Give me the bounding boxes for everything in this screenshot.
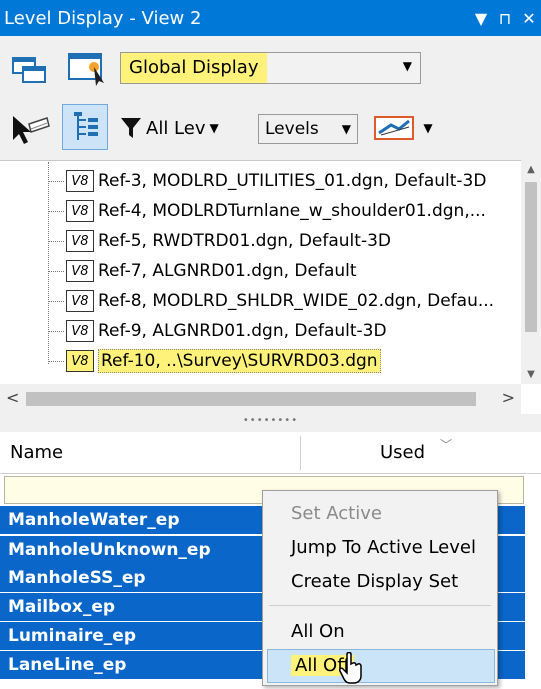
tree-vertical-scrollbar[interactable]: ▲ ▼: [521, 160, 541, 384]
tree-item-label: Ref-9, ALGNRD01.dgn, Default-3D: [98, 321, 387, 341]
v8-file-icon: V8: [66, 230, 94, 252]
close-icon[interactable]: ✕: [517, 9, 541, 28]
pane-splitter[interactable]: ••••••••: [0, 414, 541, 432]
menu-item-jump-to-active-level[interactable]: Jump To Active Level: [291, 537, 476, 558]
level-filter-button[interactable]: All Lev ▼: [120, 114, 219, 142]
tree-item-label: Ref-4, MODLRDTurnlane_w_shoulder01.dgn,.…: [98, 201, 486, 221]
tree-item-label: Ref-8, MODLRD_SHLDR_WIDE_02.dgn, Defau..…: [98, 291, 495, 311]
mouse-cursor-icon: [338, 651, 364, 689]
level-symbology-icon[interactable]: ▼: [368, 112, 438, 144]
tree-item-ref-3[interactable]: V8 Ref-3, MODLRD_UTILITIES_01.dgn, Defau…: [48, 166, 486, 196]
tree-item-label: Ref-10, ..\Survey\SURVRD03.dgn: [98, 349, 381, 373]
tree-item-ref-9[interactable]: V8 Ref-9, ALGNRD01.dgn, Default-3D: [48, 316, 387, 346]
scroll-left-icon[interactable]: <: [6, 388, 19, 407]
tree-item-label: Ref-3, MODLRD_UTILITIES_01.dgn, Default-…: [98, 171, 487, 191]
tree-item-label: Ref-7, ALGNRD01.dgn, Default: [98, 261, 357, 281]
funnel-icon: [121, 118, 141, 138]
tree-item-ref-10[interactable]: V8 Ref-10, ..\Survey\SURVRD03.dgn: [48, 346, 381, 376]
menu-item-set-active[interactable]: Set Active: [291, 503, 382, 524]
tree-item-ref-7[interactable]: V8 Ref-7, ALGNRD01.dgn, Default: [48, 256, 357, 286]
display-mode-combo[interactable]: Global Display ▼: [120, 52, 421, 84]
toolbar-filters: All Lev ▼ Levels ▼ ▼: [0, 98, 541, 160]
tree-item-ref-4[interactable]: V8 Ref-4, MODLRDTurnlane_w_shoulder01.dg…: [48, 196, 486, 226]
v8-file-icon: V8: [66, 290, 94, 312]
tree-item-label: Ref-5, RWDTRD01.dgn, Default-3D: [98, 231, 391, 251]
scroll-down-icon[interactable]: ▼: [521, 369, 541, 380]
tree-view-icon[interactable]: [62, 104, 108, 150]
view-windows-icon[interactable]: [6, 50, 52, 88]
level-filter-label: All Lev: [146, 117, 206, 139]
scroll-right-icon[interactable]: >: [502, 388, 515, 407]
scroll-up-icon[interactable]: ▲: [521, 164, 541, 175]
chevron-down-icon: ▼: [209, 121, 219, 135]
tree-item-ref-8[interactable]: V8 Ref-8, MODLRD_SHLDR_WIDE_02.dgn, Defa…: [48, 286, 494, 316]
title-bar: Level Display - View 2 ▼ ⊓ ✕: [0, 0, 541, 36]
levels-table-header: Name Used ﹀: [0, 432, 541, 474]
select-level-cursor-icon[interactable]: [8, 110, 52, 148]
window-title: Level Display - View 2: [4, 7, 202, 29]
new-display-set-icon[interactable]: [64, 48, 110, 88]
chevron-down-icon: ▼: [423, 121, 433, 135]
sort-chevron-icon: ﹀: [440, 438, 453, 452]
toolbar-display: Global Display ▼: [0, 36, 541, 98]
v8-file-icon: V8: [66, 170, 94, 192]
scroll-thumb[interactable]: [525, 182, 537, 332]
pin-icon[interactable]: ⊓: [493, 9, 517, 28]
v8-file-icon: V8: [66, 350, 94, 372]
scroll-thumb[interactable]: [26, 392, 476, 406]
display-mode-value: Global Display: [121, 53, 267, 83]
menu-separator: [269, 605, 491, 606]
menu-item-all-on[interactable]: All On: [291, 621, 345, 642]
tree-horizontal-scrollbar[interactable]: < >: [0, 384, 521, 414]
menu-item-create-display-set[interactable]: Create Display Set: [291, 571, 458, 592]
column-header-name[interactable]: Name: [10, 442, 63, 463]
column-divider[interactable]: [300, 436, 301, 470]
chevron-down-icon: ▼: [341, 122, 351, 136]
v8-file-icon: V8: [66, 200, 94, 222]
levels-combo[interactable]: Levels ▼: [258, 114, 358, 144]
tree-item-ref-5[interactable]: V8 Ref-5, RWDTRD01.dgn, Default-3D: [48, 226, 391, 256]
levels-combo-value: Levels: [265, 119, 319, 139]
level-context-menu: Set Active Jump To Active Level Create D…: [262, 490, 498, 686]
v8-file-icon: V8: [66, 260, 94, 282]
v8-file-icon: V8: [66, 320, 94, 342]
title-dropdown-icon[interactable]: ▼: [469, 9, 493, 28]
chevron-down-icon: ▼: [402, 59, 412, 73]
column-header-used[interactable]: Used: [380, 442, 425, 463]
